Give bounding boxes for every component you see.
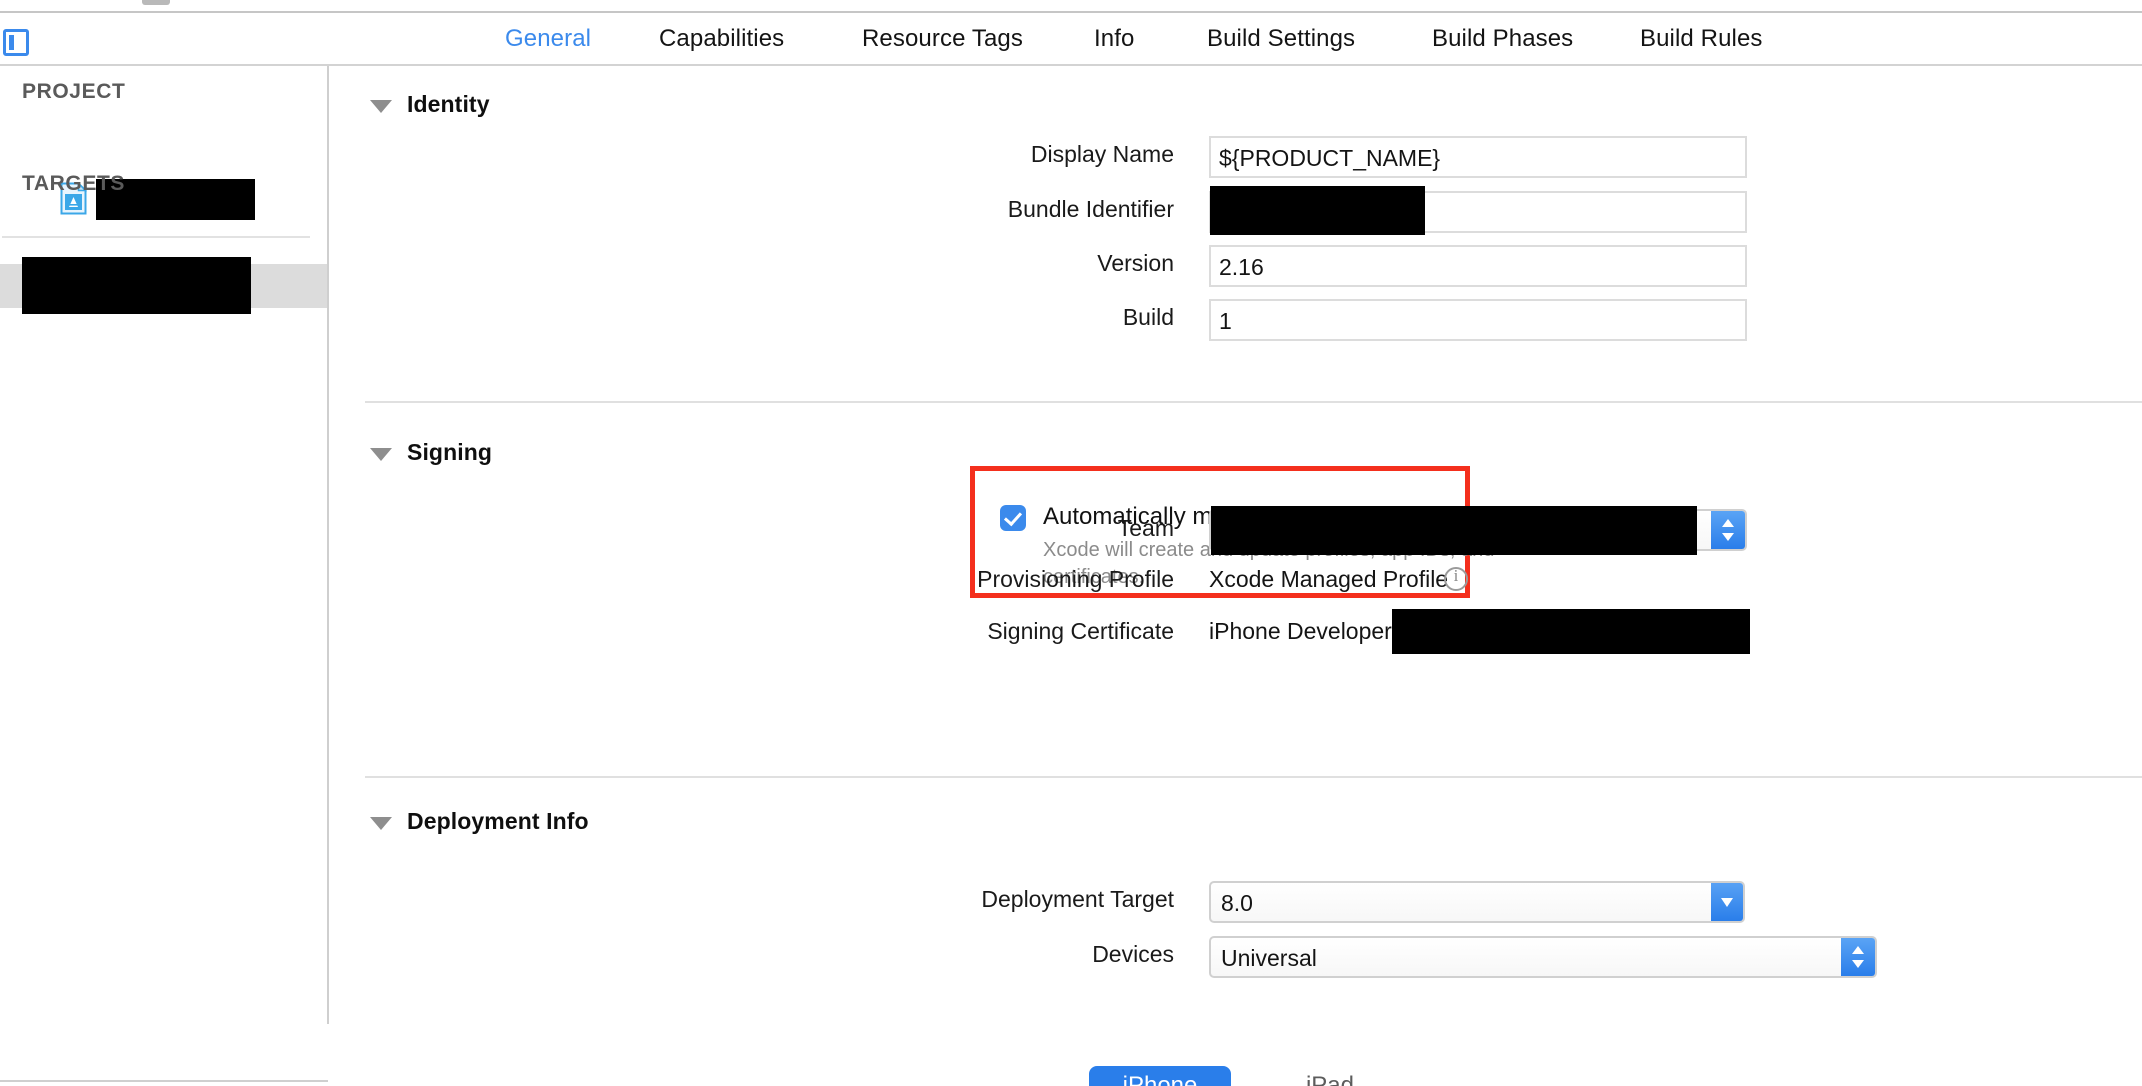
xcode-project-editor-window: General Capabilities Resource Tags Info … (0, 0, 2142, 1086)
version-value: 2.16 (1219, 254, 1264, 281)
device-tab-ipad-label: iPad (1306, 1072, 1354, 1086)
provisioning-profile-label: Provisioning Profile (909, 566, 1174, 593)
editor-tab-bar: General Capabilities Resource Tags Info … (0, 13, 2142, 65)
project-targets-sidebar: PROJECT TARGETS (0, 66, 328, 1024)
bundle-identifier-label: Bundle Identifier (929, 196, 1174, 223)
device-tab-iphone[interactable]: iPhone (1089, 1066, 1231, 1086)
display-name-label: Display Name (969, 141, 1174, 168)
build-input[interactable]: 1 (1209, 299, 1747, 341)
version-input[interactable]: 2.16 (1209, 245, 1747, 287)
window-top-strip (0, 0, 2142, 10)
signing-certificate-redaction (1392, 609, 1750, 654)
sidebar-group-targets-label: TARGETS (22, 172, 125, 196)
signing-disclosure-triangle[interactable] (370, 448, 392, 461)
version-label: Version (1009, 250, 1174, 277)
device-tab-ipad[interactable]: iPad (1259, 1066, 1401, 1086)
deployment-target-label: Deployment Target (909, 886, 1174, 913)
tab-resource-tags[interactable]: Resource Tags (862, 25, 1023, 53)
team-popup-arrows-icon (1711, 511, 1745, 549)
signing-section-title: Signing (407, 439, 492, 466)
team-label: Team (1029, 515, 1174, 542)
deployment-target-combo-box[interactable]: 8.0 (1209, 881, 1745, 923)
display-name-value: ${PRODUCT_NAME} (1219, 145, 1440, 172)
info-circle-icon[interactable] (1444, 567, 1468, 591)
bundle-identifier-redaction (1210, 186, 1425, 235)
deployment-info-section-title: Deployment Info (407, 808, 589, 835)
device-tab-iphone-label: iPhone (1123, 1072, 1198, 1086)
target-name-redaction (22, 257, 251, 314)
team-value-redaction (1211, 506, 1697, 555)
tab-build-phases[interactable]: Build Phases (1432, 25, 1573, 53)
window-chrome-nub (142, 0, 170, 5)
sidebar-bottom-bar: + − Filter (0, 1026, 328, 1086)
tab-info[interactable]: Info (1094, 25, 1134, 53)
tab-capabilities[interactable]: Capabilities (659, 25, 784, 53)
automatically-manage-signing-checkbox[interactable] (1000, 505, 1026, 531)
tab-build-rules[interactable]: Build Rules (1640, 25, 1763, 53)
build-label: Build (1029, 304, 1174, 331)
tab-general[interactable]: General (505, 25, 591, 53)
identity-section-divider (365, 401, 2142, 403)
devices-label: Devices (1009, 941, 1174, 968)
sidebar-group-divider (2, 236, 310, 238)
devices-popup-arrows-icon (1841, 938, 1875, 976)
signing-certificate-label: Signing Certificate (914, 618, 1174, 645)
provisioning-profile-value: Xcode Managed Profile (1209, 566, 1448, 593)
window-bottom-divider (0, 1080, 328, 1082)
build-value: 1 (1219, 308, 1232, 335)
tab-build-settings[interactable]: Build Settings (1207, 25, 1355, 53)
devices-popup-button[interactable]: Universal (1209, 936, 1877, 978)
identity-disclosure-triangle[interactable] (370, 100, 392, 113)
general-settings-pane: Identity Display Name ${PRODUCT_NAME} Bu… (329, 66, 2142, 1086)
signing-certificate-value: iPhone Developer: (1209, 618, 1398, 645)
signing-section-divider (365, 776, 2142, 778)
display-name-input[interactable]: ${PRODUCT_NAME} (1209, 136, 1747, 178)
deployment-target-value: 8.0 (1221, 890, 1253, 917)
tab-list: General Capabilities Resource Tags Info … (0, 13, 2142, 65)
sidebar-group-project-label: PROJECT (22, 80, 125, 104)
identity-section-title: Identity (407, 91, 490, 118)
devices-value: Universal (1221, 945, 1317, 972)
deployment-info-disclosure-triangle[interactable] (370, 817, 392, 830)
chevron-down-icon (1711, 883, 1743, 921)
